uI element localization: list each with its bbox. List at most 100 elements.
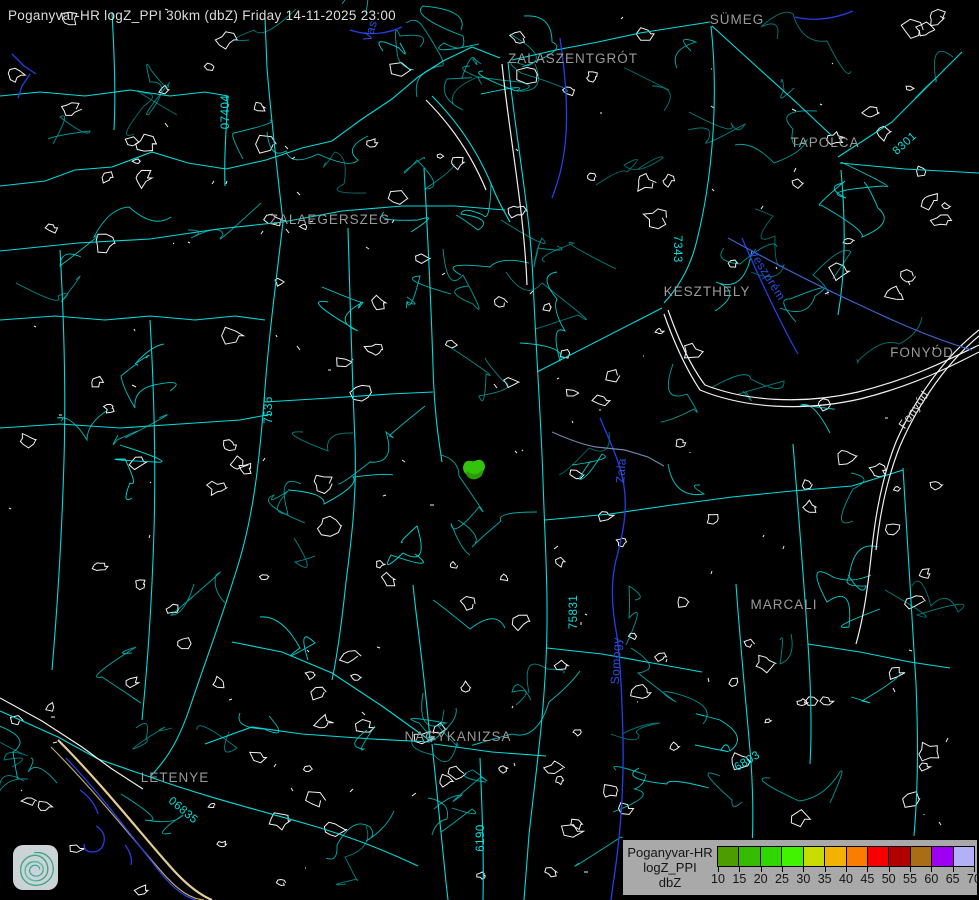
legend-color-cell xyxy=(718,847,738,866)
map-texture-path xyxy=(940,16,943,18)
steel-river-layer xyxy=(728,238,972,350)
map-texture-path xyxy=(678,597,689,607)
city-label: SÜMEG xyxy=(710,12,765,27)
map-texture-path xyxy=(501,574,508,581)
map-texture-path xyxy=(543,303,551,311)
map-texture-path xyxy=(587,72,598,82)
map-texture-path xyxy=(362,712,365,715)
map-texture-path xyxy=(126,91,177,136)
map-texture-path xyxy=(512,615,529,631)
map-path xyxy=(736,584,753,862)
map-path xyxy=(903,468,917,836)
road-number-label: 07404 xyxy=(220,95,232,130)
map-texture-path xyxy=(212,181,214,184)
map-texture-path xyxy=(21,790,22,791)
city-label: ZALAEGERSZEG xyxy=(270,212,391,227)
city-label: ZALASZENTGRÓT xyxy=(508,51,638,66)
map-texture-path xyxy=(573,730,581,736)
map-texture-path xyxy=(763,535,764,537)
map-texture-path xyxy=(847,546,878,590)
map-texture-path xyxy=(20,434,36,448)
map-texture-path xyxy=(450,562,458,569)
map-texture-path xyxy=(905,596,926,609)
map-texture-path xyxy=(479,71,520,94)
map-texture-path xyxy=(708,773,742,807)
map-texture-path xyxy=(711,571,712,574)
map-texture-path xyxy=(402,460,405,462)
map-texture-path xyxy=(817,572,880,628)
map-path xyxy=(265,18,283,222)
map-texture-path xyxy=(803,500,817,512)
map-texture-path xyxy=(276,335,277,337)
map-texture-path xyxy=(134,329,135,331)
map-texture-path xyxy=(631,648,707,724)
map-path xyxy=(728,238,972,350)
map-texture-path xyxy=(292,432,353,451)
map-texture-path xyxy=(48,116,90,144)
map-texture-path xyxy=(566,390,579,397)
water-label: Zala xyxy=(613,458,629,484)
map-path xyxy=(547,648,702,672)
map-texture-path xyxy=(323,152,366,193)
map-texture-path xyxy=(886,524,900,535)
map-texture-path xyxy=(613,766,646,812)
map-texture-path xyxy=(136,580,145,590)
map-path xyxy=(712,26,832,136)
map-texture-path xyxy=(229,699,232,700)
map-texture-path xyxy=(326,811,394,859)
map-texture-path xyxy=(544,761,565,774)
map-texture-path xyxy=(707,515,718,525)
map-texture-path xyxy=(125,137,139,146)
map-texture-path xyxy=(102,172,113,183)
legend-color-cell xyxy=(803,847,824,866)
map-path xyxy=(502,64,527,285)
map-texture-path xyxy=(806,697,818,705)
map-texture-path xyxy=(233,120,272,159)
legend-product-label: logZ_PPI xyxy=(643,860,696,875)
map-texture-path xyxy=(452,77,481,104)
map-texture-path xyxy=(136,170,152,188)
map-texture-path xyxy=(670,742,679,750)
map-texture-path xyxy=(842,473,865,523)
map-texture-path xyxy=(224,440,237,451)
map-texture-path xyxy=(311,687,327,700)
map-texture-path xyxy=(776,267,777,269)
map-texture-path xyxy=(825,292,829,294)
map-texture-path xyxy=(412,793,416,796)
map-texture-path xyxy=(515,451,517,453)
map-texture-path xyxy=(442,808,476,832)
legend-color-cell xyxy=(824,847,845,866)
map-texture-path xyxy=(222,327,244,344)
map-texture-path xyxy=(387,526,423,565)
map-texture-path xyxy=(942,203,950,209)
map-texture-path xyxy=(70,845,85,852)
map-texture-path xyxy=(903,792,920,808)
map-texture-path xyxy=(0,722,20,778)
map-texture-path xyxy=(885,581,964,617)
map-texture-path xyxy=(132,385,136,387)
map-texture-path xyxy=(792,109,796,111)
map-texture-path xyxy=(165,123,168,127)
map-texture-path xyxy=(407,276,452,308)
map-texture-path xyxy=(820,104,822,105)
legend-tick-label: 70 xyxy=(962,872,979,886)
map-texture-path xyxy=(113,415,167,445)
map-texture-path xyxy=(383,495,386,496)
map-path xyxy=(205,727,430,744)
map-texture-path xyxy=(445,340,457,348)
legend-panel: Poganyvar-HR logZ_PPI dbZ 10152025303540… xyxy=(621,838,979,897)
radar-map: ZALASZENTGRÓTSÜMEGTAPOLCAZALAEGERSZEGKES… xyxy=(0,0,979,900)
map-texture-path xyxy=(556,776,564,784)
map-path xyxy=(856,330,979,644)
map-texture-path xyxy=(829,263,850,281)
map-texture-path xyxy=(557,378,559,379)
map-texture-path xyxy=(274,764,276,767)
map-texture-path xyxy=(443,249,479,309)
map-texture-path xyxy=(688,112,745,143)
map-texture-path xyxy=(516,149,518,151)
map-path xyxy=(424,168,442,462)
map-texture-path xyxy=(268,481,305,523)
map-texture-path xyxy=(794,168,796,172)
city-label: FONYÓD xyxy=(890,345,954,360)
map-texture-path xyxy=(802,480,812,490)
